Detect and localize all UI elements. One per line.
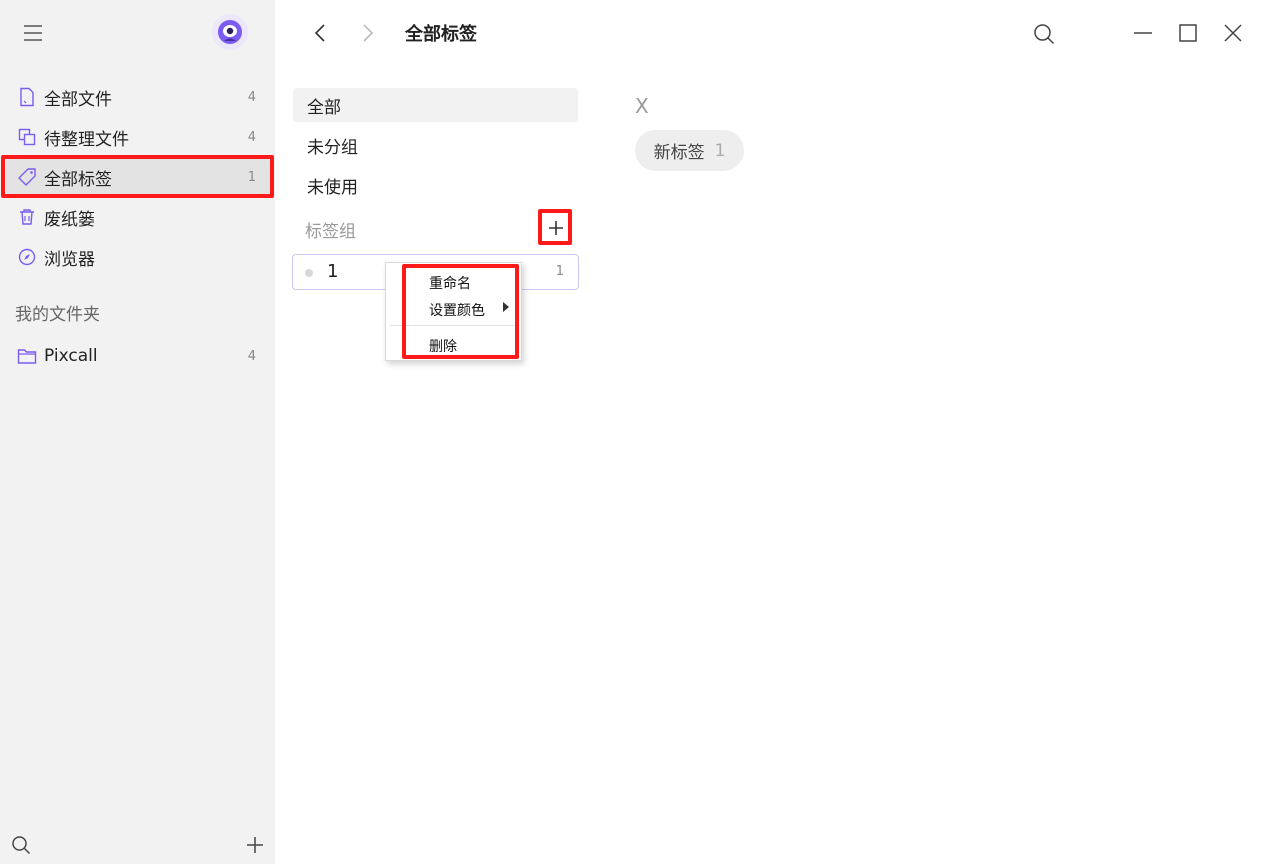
- tag-chip[interactable]: 新标签 1: [635, 130, 744, 171]
- sidebar-item-all-tags[interactable]: 全部标签 1: [6, 159, 270, 195]
- sidebar-add-icon[interactable]: [242, 832, 268, 858]
- sidebar-item-label: 待整理文件: [44, 129, 129, 150]
- menu-item-set-color[interactable]: 设置颜色: [429, 300, 485, 320]
- sidebar-item-count: 4: [247, 348, 256, 364]
- sidebar: 全部文件 4 待整理文件 4 全部标签 1 废纸篓 浏览器 我的文件夹 Pixc…: [0, 0, 275, 864]
- tag-chip-count: 1: [714, 140, 726, 161]
- minimize-icon[interactable]: [1130, 20, 1156, 46]
- sidebar-item-label: 浏览器: [44, 249, 95, 270]
- sidebar-item-count: 4: [247, 89, 256, 105]
- group-item-ungrouped[interactable]: 未分组: [293, 128, 578, 162]
- context-menu: 重命名 设置颜色 删除: [385, 262, 522, 361]
- avatar[interactable]: [212, 14, 248, 50]
- trash-icon: [16, 206, 38, 228]
- sidebar-item-unsorted-files[interactable]: 待整理文件 4: [6, 119, 270, 155]
- copy-files-icon: [16, 126, 38, 148]
- main-panel: 全部标签 全部 未分组 未使用 标签组 1 1: [275, 0, 1280, 864]
- folder-icon: [16, 345, 38, 367]
- sidebar-item-label: 全部文件: [44, 89, 112, 110]
- sidebar-item-label: 全部标签: [44, 169, 112, 190]
- search-icon[interactable]: [1030, 20, 1058, 48]
- tag-group-count: 1: [555, 264, 564, 279]
- tag-groups-title: 标签组: [305, 222, 356, 242]
- file-icon: [16, 86, 38, 108]
- group-item-all[interactable]: 全部: [293, 88, 578, 122]
- sidebar-item-all-files[interactable]: 全部文件 4: [6, 79, 270, 115]
- sidebar-search-icon[interactable]: [8, 832, 34, 858]
- sidebar-item-label: 废纸篓: [44, 209, 95, 230]
- sidebar-item-count: 1: [247, 169, 256, 185]
- add-tag-group-button[interactable]: [543, 214, 569, 242]
- compass-icon: [16, 246, 38, 268]
- tag-chip-name: 新标签: [653, 143, 705, 163]
- forward-icon[interactable]: [355, 20, 381, 46]
- folders-section-title: 我的文件夹: [15, 305, 100, 325]
- sidebar-item-label: Pixcall: [44, 346, 98, 366]
- sidebar-item-count: 4: [247, 129, 256, 145]
- tag-index-letter: X: [635, 94, 649, 118]
- menu-item-rename[interactable]: 重命名: [429, 273, 471, 293]
- group-color-dot: [305, 269, 313, 277]
- menu-icon[interactable]: [20, 20, 46, 46]
- group-item-unused[interactable]: 未使用: [293, 168, 578, 202]
- tag-icon: [16, 166, 38, 188]
- sidebar-item-trash[interactable]: 废纸篓: [6, 199, 270, 235]
- sidebar-folder-pixcall[interactable]: Pixcall 4: [6, 338, 270, 374]
- page-title: 全部标签: [405, 24, 477, 45]
- back-icon[interactable]: [307, 20, 333, 46]
- tag-group-name: 1: [327, 261, 339, 282]
- submenu-arrow-icon: [503, 302, 509, 312]
- sidebar-item-browser[interactable]: 浏览器: [6, 239, 270, 275]
- close-icon[interactable]: [1220, 20, 1246, 46]
- menu-divider: [390, 325, 517, 326]
- maximize-icon[interactable]: [1175, 20, 1201, 46]
- menu-item-delete[interactable]: 删除: [429, 336, 457, 356]
